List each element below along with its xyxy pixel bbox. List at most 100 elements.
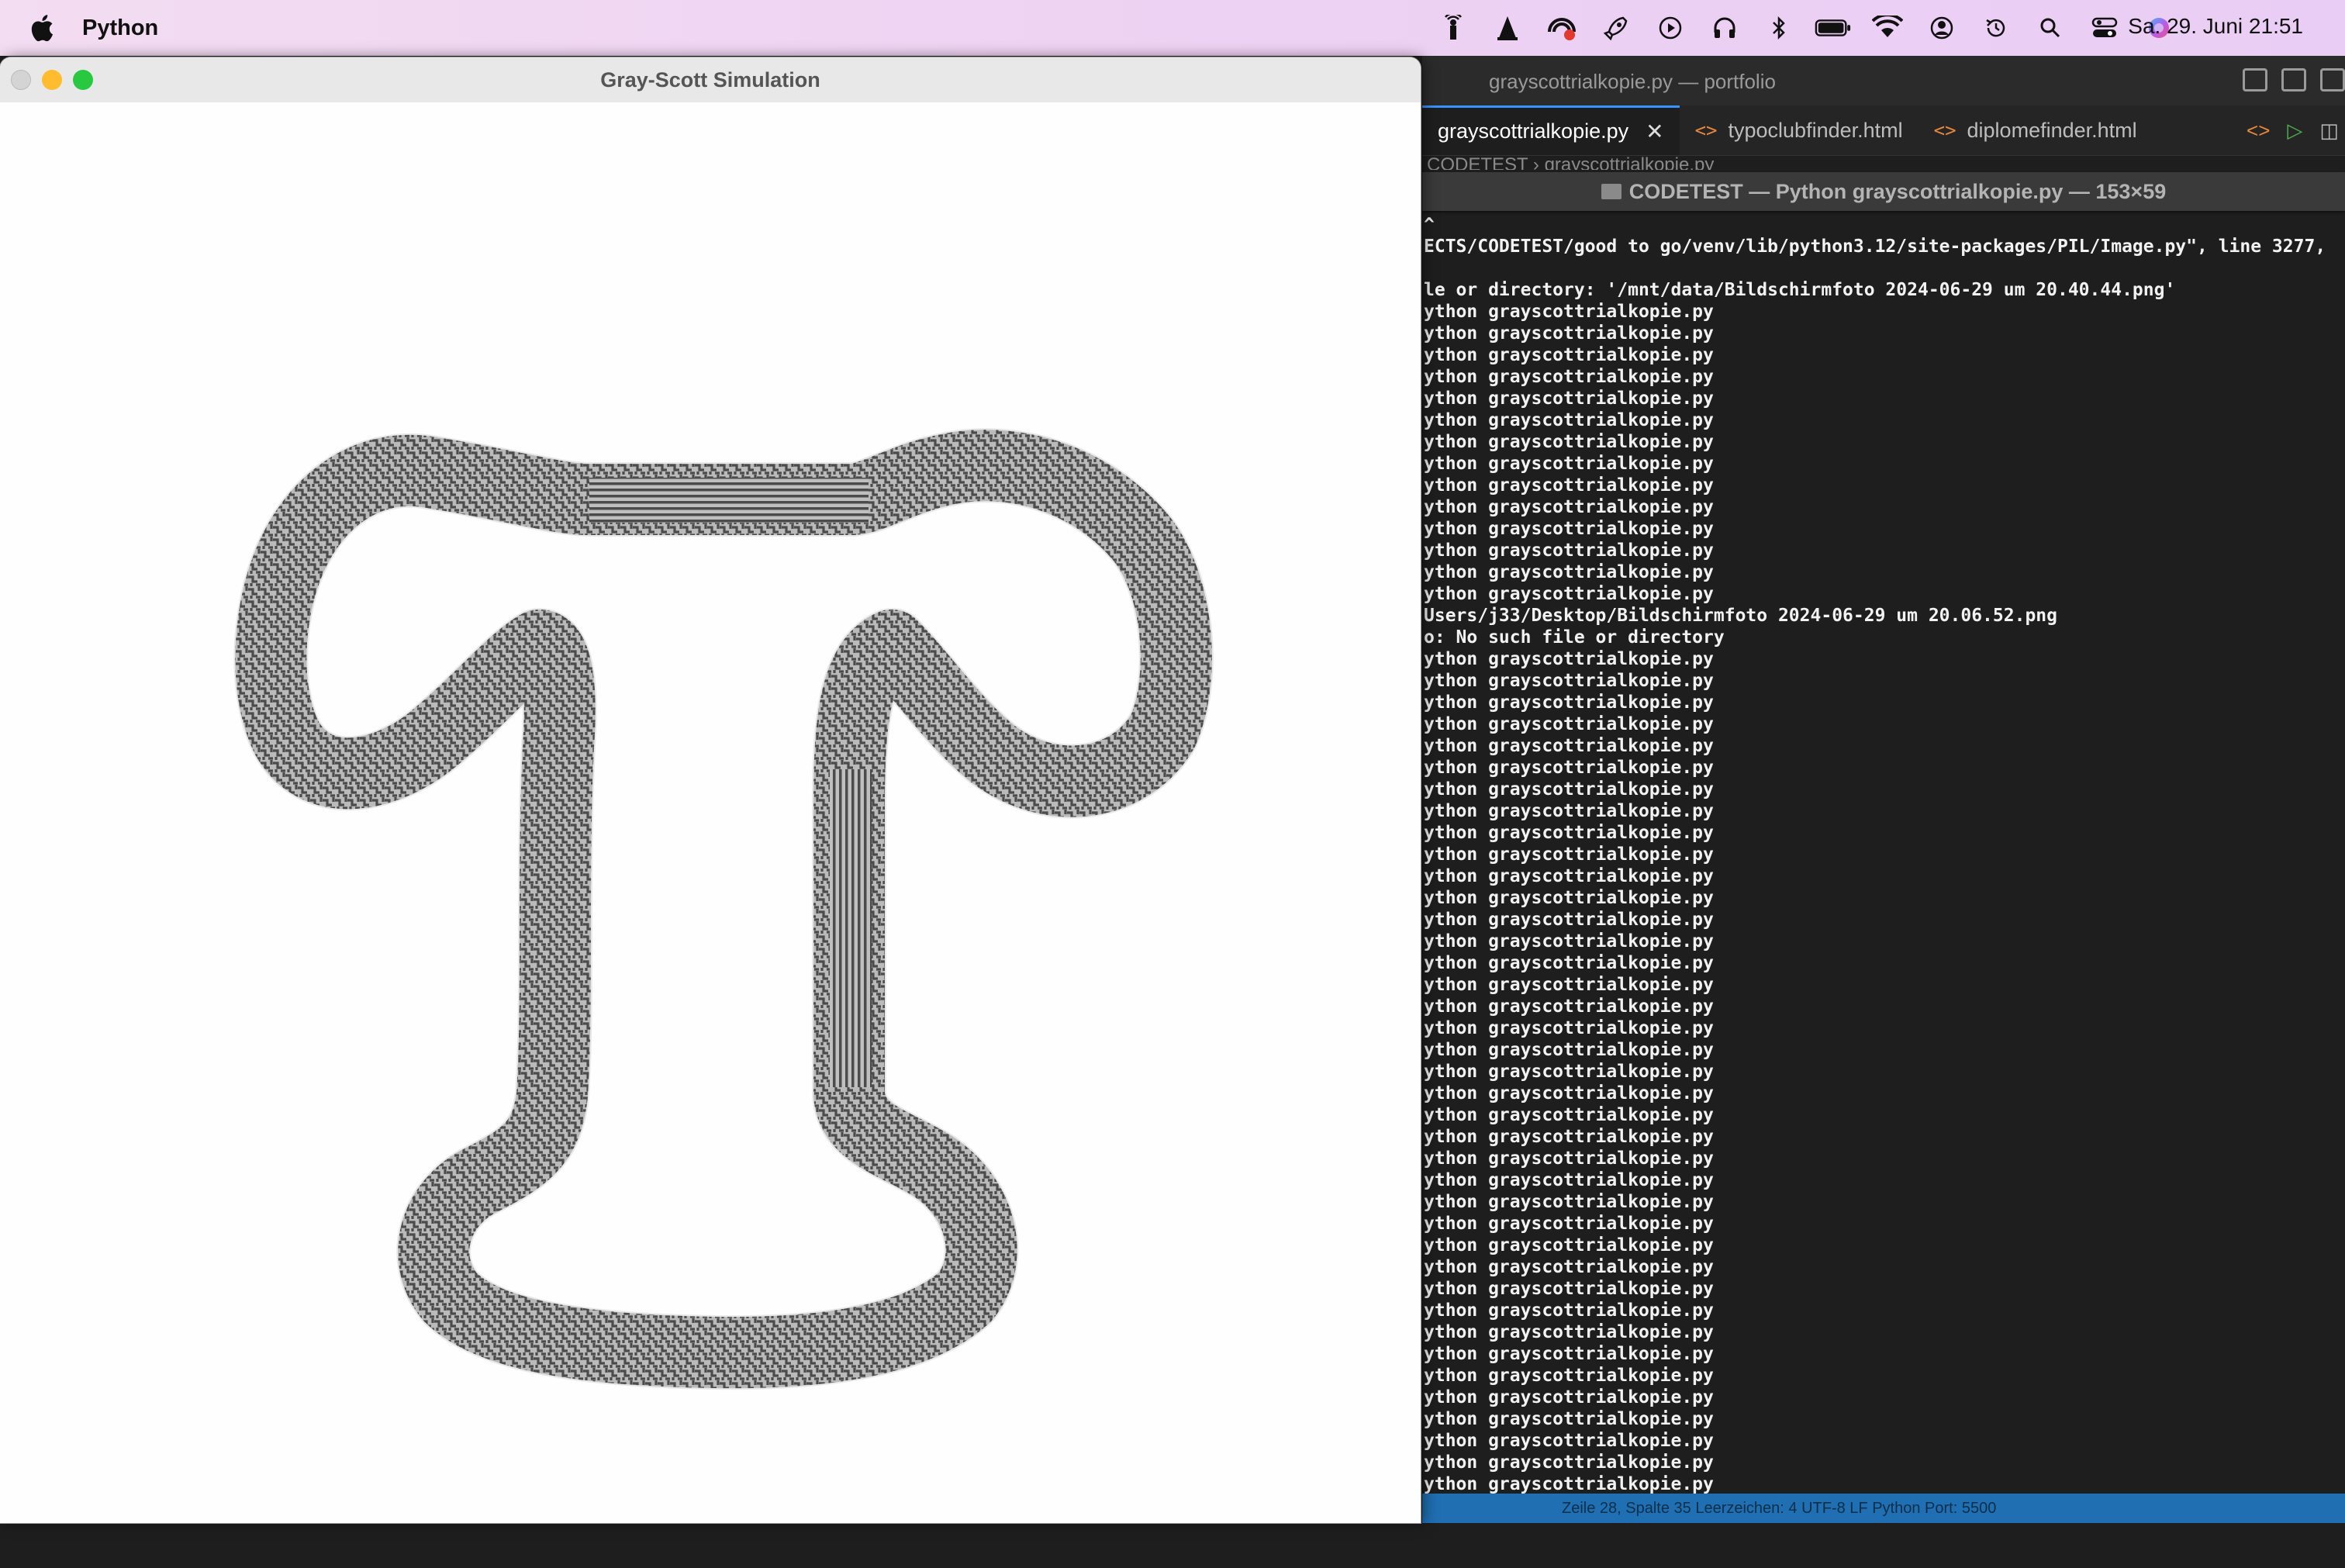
terminal-line: ython grayscottrialkopie.py [1424,1192,1714,1212]
close-window-button[interactable] [11,70,31,90]
terminal-line: ython grayscottrialkopie.py [1424,1214,1714,1234]
terminal-line: ython grayscottrialkopie.py [1424,410,1714,430]
t-outer-edge [233,428,1214,1390]
split-editor-icon[interactable]: ◫ [2319,119,2339,143]
editor-titlebar: grayscottrialkopie.py — portfolio [1422,56,2345,105]
control-center-icon[interactable] [2086,12,2123,43]
terminal-line: ython grayscottrialkopie.py [1424,1127,1714,1147]
html-file-icon: <> [1933,119,1956,141]
maximize-window-button[interactable] [73,70,93,90]
wifi-icon[interactable] [1869,12,1906,43]
terminal-line: Users/j33/Desktop/Bildschirmfoto 2024-06… [1424,606,2057,626]
terminal-line: ython grayscottrialkopie.py [1424,389,1714,409]
terminal-line: ython grayscottrialkopie.py [1424,910,1714,930]
terminal-line: ython grayscottrialkopie.py [1424,996,1714,1017]
headphones-icon[interactable] [1706,12,1743,43]
terminal-line: ython grayscottrialkopie.py [1424,671,1714,691]
terminal-line: ython grayscottrialkopie.py [1424,1387,1714,1407]
terminal-line: ython grayscottrialkopie.py [1424,345,1714,365]
toggle-secondary-sidebar-icon[interactable] [2320,68,2345,92]
cone-icon[interactable] [1489,12,1526,43]
bluetooth-icon[interactable] [1760,12,1798,43]
terminal-line: ython grayscottrialkopie.py [1424,1409,1714,1429]
terminal-line: ython grayscottrialkopie.py [1424,1257,1714,1277]
active-app-name[interactable]: Python [82,16,158,41]
terminal-line: ython grayscottrialkopie.py [1424,497,1714,517]
terminal-line: ython grayscottrialkopie.py [1424,1474,1714,1494]
network-icon[interactable] [1543,12,1580,43]
code-editor-window: grayscottrialkopie.py — portfolio graysc… [1422,56,2345,1568]
battery-icon[interactable] [1815,12,1852,43]
terminal-line: ython grayscottrialkopie.py [1424,736,1714,756]
terminal-line: ython grayscottrialkopie.py [1424,801,1714,821]
terminal-line: ython grayscottrialkopie.py [1424,519,1714,539]
terminal-line: ython grayscottrialkopie.py [1424,779,1714,800]
minimize-window-button[interactable] [42,70,62,90]
terminal-line: ython grayscottrialkopie.py [1424,714,1714,734]
apple-menu-icon[interactable] [28,12,54,43]
menu-bar: Python Sa. 29. Juni 21:51 [0,0,2345,56]
terminal-line: ython grayscottrialkopie.py [1424,975,1714,995]
menu-bar-clock[interactable]: Sa. 29. Juni 21:51 [2128,14,2303,39]
terminal-line: ython grayscottrialkopie.py [1424,692,1714,713]
tab-typoclubfinder[interactable]: <> typoclubfinder.html [1680,105,1918,155]
terminal-line: ython grayscottrialkopie.py [1424,1148,1714,1169]
terminal-line: ython grayscottrialkopie.py [1424,649,1714,669]
broadcast-icon[interactable] [1435,12,1472,43]
editor-title: grayscottrialkopie.py — portfolio [1489,70,1776,93]
terminal-line: ython grayscottrialkopie.py [1424,454,1714,474]
terminal-line: ython grayscottrialkopie.py [1424,1366,1714,1386]
terminal-line: ython grayscottrialkopie.py [1424,1322,1714,1342]
terminal-line: o: No such file or directory [1424,627,1725,648]
tab-diplomefinder[interactable]: <> diplomefinder.html [1918,105,2153,155]
terminal-line: ython grayscottrialkopie.py [1424,931,1714,952]
run-icon[interactable]: ▷ [2287,119,2302,143]
simulation-canvas[interactable] [0,102,1421,1523]
close-icon[interactable]: ✕ [1646,119,1663,144]
user-icon[interactable] [1923,12,1960,43]
html-file-icon: <> [1694,119,1718,141]
status-bar[interactable]: Zeile 28, Spalte 35 Leerzeichen: 4 UTF-8… [1422,1494,2345,1523]
terminal-line: ython grayscottrialkopie.py [1424,1300,1714,1321]
terminal-line: ython grayscottrialkopie.py [1424,953,1714,973]
toggle-panel-icon[interactable] [2281,68,2306,92]
terminal-line: ython grayscottrialkopie.py [1424,1018,1714,1038]
play-icon[interactable] [1652,12,1689,43]
terminal-line: ython grayscottrialkopie.py [1424,367,1714,387]
gray-scott-window[interactable]: Gray-Scott Simulation [0,57,1421,1523]
open-preview-icon[interactable]: <> [2247,119,2270,143]
terminal-line: ython grayscottrialkopie.py [1424,323,1714,344]
time-machine-icon[interactable] [1977,12,2015,43]
tab-grayscottrialkopie[interactable]: grayscottrialkopie.py ✕ [1422,105,1680,155]
terminal-line: ython grayscottrialkopie.py [1424,1431,1714,1451]
terminal-line: ython grayscottrialkopie.py [1424,1344,1714,1364]
terminal-title: CODETEST — Python grayscottrialkopie.py … [1628,179,2167,203]
breadcrumb[interactable]: CODETEST › grayscottrialkopie.py [1422,156,2345,170]
toggle-sidebar-icon[interactable] [2243,68,2267,92]
terminal-line: ython grayscottrialkopie.py [1424,844,1714,865]
terminal-line: ython grayscottrialkopie.py [1424,866,1714,886]
terminal-line: ython grayscottrialkopie.py [1424,1170,1714,1190]
tab-label: typoclubfinder.html [1728,118,1903,142]
terminal-line: ython grayscottrialkopie.py [1424,888,1714,908]
window-titlebar[interactable]: Gray-Scott Simulation [0,57,1421,103]
status-icons [1435,0,2178,56]
folder-icon [1601,184,1621,199]
terminal-line: ython grayscottrialkopie.py [1424,1452,1714,1473]
terminal-line: ython grayscottrialkopie.py [1424,1040,1714,1060]
rocket-icon[interactable] [1597,12,1635,43]
terminal-titlebar: CODETEST — Python grayscottrialkopie.py … [1422,172,2345,211]
terminal-output[interactable]: ^ ECTS/CODETEST/good to go/venv/lib/pytho… [1422,211,2345,1495]
terminal-window[interactable]: CODETEST — Python grayscottrialkopie.py … [1422,172,2345,1568]
terminal-line: ython grayscottrialkopie.py [1424,1062,1714,1082]
search-icon[interactable] [2032,12,2069,43]
terminal-line: ython grayscottrialkopie.py [1424,823,1714,843]
tab-label: diplomefinder.html [1967,118,2137,142]
terminal-line: ython grayscottrialkopie.py [1424,584,1714,604]
terminal-line: ^ [1424,215,1435,235]
editor-actions: <> ▷ ◫ [2247,105,2345,155]
layout-controls [2243,68,2345,92]
terminal-line: ython grayscottrialkopie.py [1424,432,1714,452]
reaction-diffusion-pattern [233,428,1214,1390]
